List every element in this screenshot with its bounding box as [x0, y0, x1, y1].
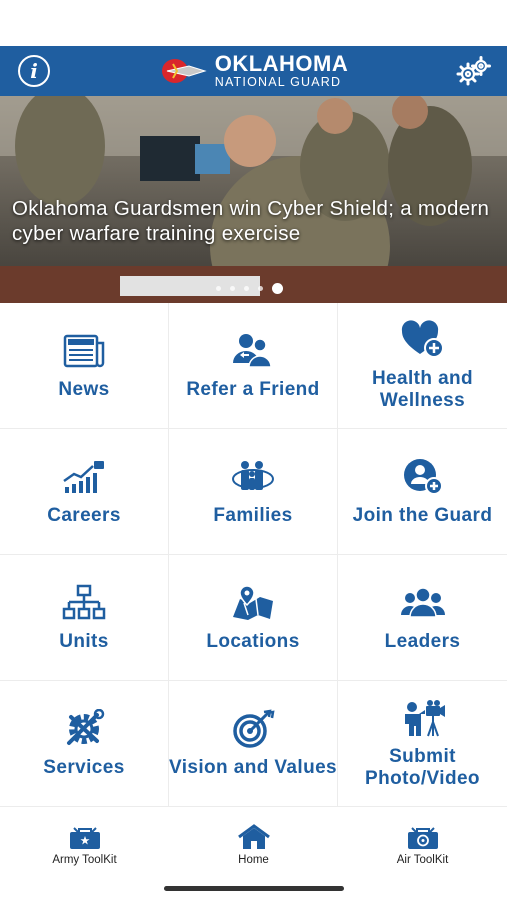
- tab-army-toolkit[interactable]: Army ToolKit: [0, 820, 169, 870]
- tile-news[interactable]: News: [0, 303, 169, 429]
- tab-air-toolkit[interactable]: Air ToolKit: [338, 820, 507, 870]
- target-icon: [233, 708, 275, 748]
- gears-icon[interactable]: [455, 54, 491, 88]
- tile-label: Units: [59, 630, 109, 652]
- tab-label: Home: [238, 854, 269, 866]
- army-toolkit-icon: [69, 827, 100, 849]
- tile-careers[interactable]: Careers: [0, 429, 169, 555]
- home-indicator[interactable]: [164, 886, 344, 891]
- tab-home[interactable]: Home: [169, 820, 338, 870]
- tile-label: News: [58, 378, 110, 400]
- refer-friend-icon: [233, 333, 272, 368]
- tile-units[interactable]: Units: [0, 555, 169, 681]
- tile-health-and-wellness[interactable]: Health and Wellness: [338, 303, 507, 429]
- tile-join-the-guard[interactable]: Join the Guard: [338, 429, 507, 555]
- carousel-dot[interactable]: [230, 286, 235, 291]
- org-chart-icon: [62, 584, 106, 619]
- info-icon[interactable]: i: [18, 55, 50, 87]
- family-icon: [232, 460, 274, 490]
- carousel-dot[interactable]: [216, 286, 221, 291]
- logo-subtitle: NATIONAL GUARD: [214, 75, 342, 90]
- heart-plus-icon: [401, 319, 444, 358]
- tile-label: Leaders: [384, 630, 461, 652]
- home-icon: [237, 824, 270, 849]
- carousel-indicator: [216, 283, 283, 294]
- tab-label: Army ToolKit: [52, 854, 117, 866]
- add-user-icon: [403, 458, 443, 495]
- air-toolkit-icon: [407, 827, 438, 849]
- carousel-dot-active[interactable]: [272, 283, 283, 294]
- tile-label: Services: [43, 756, 125, 778]
- tile-label: Vision and Values: [169, 756, 338, 778]
- newspaper-icon: [63, 334, 105, 367]
- carousel-dot[interactable]: [244, 286, 249, 291]
- tile-refer-a-friend[interactable]: Refer a Friend: [169, 303, 338, 429]
- carousel-dot[interactable]: [258, 286, 263, 291]
- logo-title: OKLAHOMA: [214, 51, 349, 77]
- tile-locations[interactable]: Locations: [169, 555, 338, 681]
- tile-vision-and-values[interactable]: Vision and Values: [169, 681, 338, 807]
- tile-label: Refer a Friend: [186, 378, 320, 400]
- menu-grid: News Refer a Friend Health and Wellness: [0, 303, 507, 807]
- app-header: i OKLAHOMA NATIONAL GUARD: [0, 46, 507, 96]
- app-logo: OKLAHOMA NATIONAL GUARD: [159, 53, 349, 89]
- bottom-tab-bar: Army ToolKit Home Air ToolKit: [0, 820, 507, 870]
- tile-label: Health and Wellness: [371, 367, 474, 411]
- tile-label: Families: [213, 504, 293, 526]
- guard-emblem-icon: [161, 59, 207, 83]
- tile-leaders[interactable]: Leaders: [338, 555, 507, 681]
- tools-gear-icon: [67, 708, 105, 745]
- growth-chart-icon: [63, 460, 104, 493]
- news-carousel[interactable]: Oklahoma Guardsmen win Cyber Shield; a m…: [0, 96, 507, 303]
- tile-label: Locations: [206, 630, 300, 652]
- tile-families[interactable]: Families: [169, 429, 338, 555]
- tile-submit-photo-video[interactable]: Submit Photo/Video: [338, 681, 507, 807]
- group-icon: [400, 586, 445, 618]
- tile-label: Careers: [47, 504, 121, 526]
- camera-person-icon: [404, 699, 445, 736]
- tile-label: Submit Photo/Video: [365, 745, 480, 789]
- tile-label: Join the Guard: [352, 504, 493, 526]
- status-bar: [0, 0, 507, 46]
- map-pin-icon: [233, 584, 273, 620]
- tile-services[interactable]: Services: [0, 681, 169, 807]
- tab-label: Air ToolKit: [396, 854, 449, 866]
- carousel-headline[interactable]: Oklahoma Guardsmen win Cyber Shield; a m…: [12, 196, 502, 246]
